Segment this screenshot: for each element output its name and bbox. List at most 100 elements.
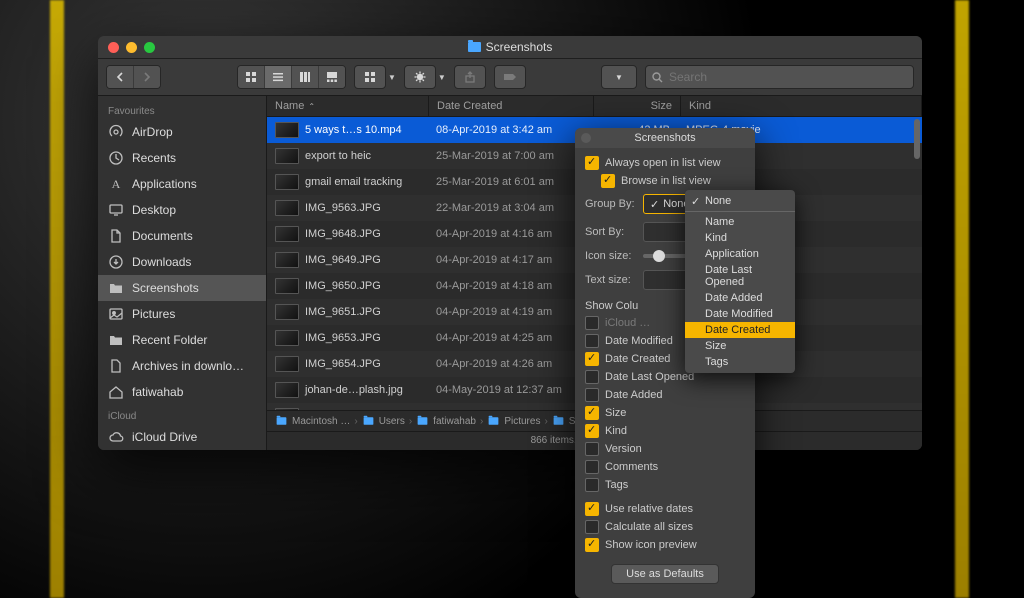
file-date: 04-Apr-2019 at 4:19 am xyxy=(428,306,592,318)
column-checkbox[interactable]: Comments xyxy=(575,458,755,476)
column-view-button[interactable] xyxy=(291,66,318,88)
menu-item[interactable]: Tags xyxy=(685,354,795,370)
action-button[interactable] xyxy=(404,65,436,89)
column-checkbox[interactable]: Kind xyxy=(575,422,755,440)
file-name: johan-de…plash.jpg xyxy=(305,384,403,396)
column-checkbox[interactable]: Version xyxy=(575,440,755,458)
close-button[interactable] xyxy=(108,42,119,53)
dropdown-button[interactable]: ▼ xyxy=(601,65,637,89)
gallery-view-button[interactable] xyxy=(318,66,345,88)
checkbox-icon xyxy=(585,388,599,402)
column-checkbox[interactable]: Size xyxy=(575,404,755,422)
sidebar-item-label: Desktop xyxy=(132,203,176,217)
checkbox-label: Use relative dates xyxy=(605,503,693,515)
folder-icon xyxy=(553,417,563,425)
sidebar-item[interactable]: AirDrop xyxy=(98,119,266,145)
sidebar-item[interactable]: Screenshots xyxy=(98,275,266,301)
path-segment[interactable]: Users xyxy=(379,416,405,427)
menu-item[interactable]: Date Created xyxy=(685,322,795,338)
column-kind[interactable]: Kind xyxy=(681,96,922,116)
checkbox-label: Size xyxy=(605,407,626,419)
path-segment[interactable]: Pictures xyxy=(504,416,540,427)
search-input[interactable] xyxy=(667,69,907,85)
checkbox-label: Version xyxy=(605,443,642,455)
option-checkbox[interactable]: Use relative dates xyxy=(575,500,755,518)
share-button[interactable] xyxy=(454,65,486,89)
checkbox-icon xyxy=(585,442,599,456)
close-button[interactable] xyxy=(581,133,591,143)
column-date-created[interactable]: Date Created xyxy=(429,96,594,116)
menu-item[interactable]: Kind xyxy=(685,230,795,246)
file-name: IMG_9650.JPG xyxy=(305,280,381,292)
scrollbar[interactable] xyxy=(914,119,920,159)
file-date: 04-May-2019 at 12:37 am xyxy=(428,384,592,396)
checkbox-label: Show icon preview xyxy=(605,539,697,551)
option-checkbox[interactable]: Show icon preview xyxy=(575,536,755,554)
path-segment[interactable]: Macintosh … xyxy=(292,416,350,427)
sidebar-item[interactable]: Archives in downlo… xyxy=(98,353,266,379)
file-thumbnail xyxy=(275,382,299,398)
column-checkbox[interactable]: Date Added xyxy=(575,386,755,404)
sidebar-item-label: AirDrop xyxy=(132,125,173,139)
checkbox-icon xyxy=(585,334,599,348)
titlebar[interactable]: Screenshots xyxy=(98,36,922,59)
forward-button[interactable] xyxy=(133,66,160,88)
sidebar-item-label: Archives in downlo… xyxy=(132,359,244,373)
menu-item[interactable]: Date Last Opened xyxy=(685,262,795,290)
minimize-button[interactable] xyxy=(126,42,137,53)
file-name: IMG_9654.JPG xyxy=(305,358,381,370)
sidebar-item[interactable]: Recents xyxy=(98,145,266,171)
menu-item[interactable]: Size xyxy=(685,338,795,354)
file-name: IMG_9651.JPG xyxy=(305,306,381,318)
sidebar-item[interactable]: Recent Folder xyxy=(98,327,266,353)
sidebar-item[interactable]: Desktop xyxy=(98,197,266,223)
checkbox-label: iCloud … xyxy=(605,317,650,329)
folder-icon xyxy=(108,332,124,348)
menu-item[interactable]: None xyxy=(685,193,795,209)
browse-in-checkbox[interactable]: Browse in list view xyxy=(575,172,755,190)
file-thumbnail xyxy=(275,278,299,294)
sidebar-item[interactable]: fatiwahab xyxy=(98,379,266,405)
document-icon xyxy=(108,358,124,374)
file-thumbnail xyxy=(275,174,299,190)
back-button[interactable] xyxy=(107,66,133,88)
menu-item[interactable]: Application xyxy=(685,246,795,262)
use-as-defaults-button[interactable]: Use as Defaults xyxy=(611,564,719,584)
file-name: export to heic xyxy=(305,150,371,162)
column-size[interactable]: Size xyxy=(594,96,681,116)
sidebar-item[interactable]: Documents xyxy=(98,223,266,249)
folder-icon xyxy=(108,280,124,296)
path-segment[interactable]: fatiwahab xyxy=(433,416,476,427)
menu-item[interactable]: Date Added xyxy=(685,290,795,306)
tags-button[interactable] xyxy=(494,65,526,89)
file-thumbnail xyxy=(275,304,299,320)
file-name: IMG_9649.JPG xyxy=(305,254,381,266)
sidebar-item[interactable]: AApplications xyxy=(98,171,266,197)
window-title-text: Screenshots xyxy=(486,40,553,54)
menu-item[interactable]: Name xyxy=(685,214,795,230)
file-date: 04-Apr-2019 at 4:16 am xyxy=(428,228,592,240)
always-open-checkbox[interactable]: Always open in list view xyxy=(575,154,755,172)
list-view-button[interactable] xyxy=(264,66,291,88)
search-field[interactable] xyxy=(645,65,914,89)
window-title: Screenshots xyxy=(98,40,922,54)
sidebar-item[interactable]: Downloads xyxy=(98,249,266,275)
sidebar-item[interactable]: Pictures xyxy=(98,301,266,327)
zoom-button[interactable] xyxy=(144,42,155,53)
sidebar-item[interactable]: iCloud Drive xyxy=(98,424,266,450)
documents-icon xyxy=(108,228,124,244)
group-by-menu[interactable]: NoneNameKindApplicationDate Last OpenedD… xyxy=(685,190,795,373)
checkbox-icon xyxy=(585,316,599,330)
icon-view-button[interactable] xyxy=(238,66,264,88)
desktop: Screenshots ▼ ▼ xyxy=(0,0,1024,598)
option-checkbox[interactable]: Calculate all sizes xyxy=(575,518,755,536)
file-thumbnail xyxy=(275,148,299,164)
column-checkbox[interactable]: Tags xyxy=(575,476,755,494)
menu-item[interactable]: Date Modified xyxy=(685,306,795,322)
folder-icon xyxy=(468,42,481,52)
column-name[interactable]: Name⌃ xyxy=(267,96,429,116)
chevron-down-icon: ▼ xyxy=(438,73,446,82)
checkbox-label: Date Last Opened xyxy=(605,371,694,383)
panel-titlebar[interactable]: Screenshots xyxy=(575,128,755,148)
arrange-button[interactable] xyxy=(354,65,386,89)
